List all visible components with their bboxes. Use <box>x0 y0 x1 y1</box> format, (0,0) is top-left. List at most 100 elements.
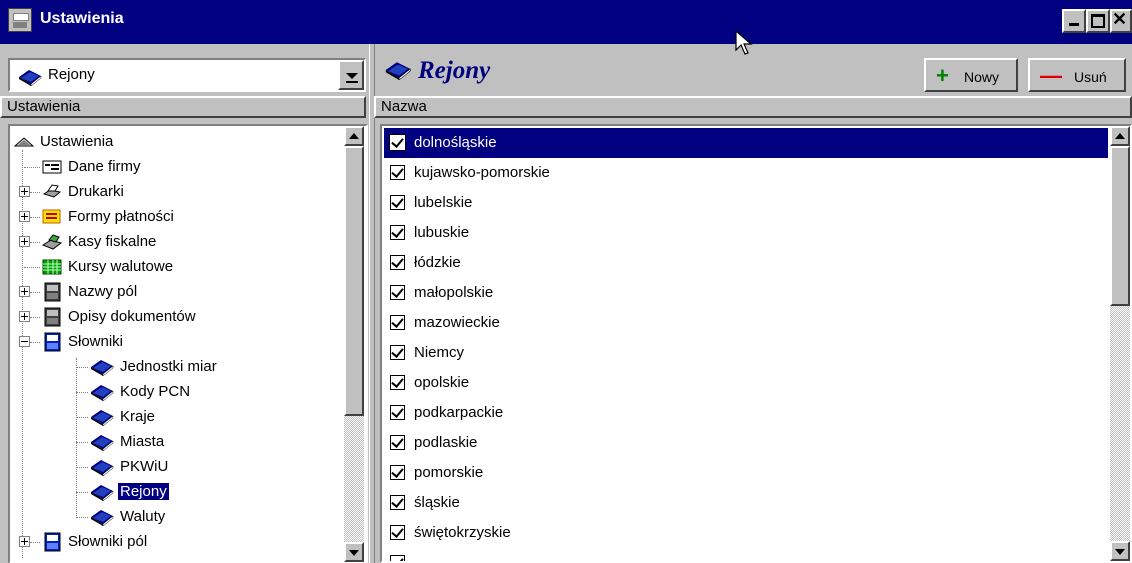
tree-item-miasta[interactable]: Miasta <box>12 430 332 454</box>
list-item-label: śląskie <box>414 494 460 511</box>
scroll-thumb[interactable] <box>1110 146 1130 306</box>
list-item[interactable]: mazowieckie <box>384 308 1108 338</box>
list-item[interactable]: lubelskie <box>384 188 1108 218</box>
checkbox[interactable] <box>390 375 405 390</box>
tree-item-label: Waluty <box>120 508 166 525</box>
list-item-label: opolskie <box>414 374 470 391</box>
scroll-down-button[interactable] <box>344 542 364 562</box>
printer-icon <box>42 182 62 202</box>
tree-item-kasy-fiskalne[interactable]: Kasy fiskalne <box>12 230 332 254</box>
expand-icon[interactable] <box>19 186 30 197</box>
right-toolbar: Rejony + Nowy — Usuń <box>374 44 1132 96</box>
right-pane: Rejony + Nowy — Usuń Nazwa dolnośląskie … <box>374 44 1132 563</box>
checkbox[interactable] <box>390 225 405 240</box>
scroll-up-button[interactable] <box>1110 126 1130 146</box>
list-item-partial[interactable] <box>384 548 1108 561</box>
minimize-button[interactable] <box>1062 9 1086 33</box>
checkbox[interactable] <box>390 465 405 480</box>
tree-item-formy-platnosci[interactable]: Formy płatności <box>12 205 332 229</box>
checkbox[interactable] <box>390 555 405 561</box>
checkbox[interactable] <box>390 315 405 330</box>
expand-icon[interactable] <box>19 211 30 222</box>
collapse-icon[interactable] <box>19 336 30 347</box>
list-scrollbar[interactable] <box>1110 126 1130 561</box>
list-item[interactable]: lubuskie <box>384 218 1108 248</box>
list-item-label: świętokrzyskie <box>414 524 511 541</box>
expand-icon[interactable] <box>19 311 30 322</box>
tree-scrollbar[interactable] <box>344 126 364 562</box>
list-item-label: podkarpackie <box>414 404 504 421</box>
tree-item-kody-pcn[interactable]: Kody PCN <box>12 380 332 404</box>
list-item[interactable]: pomorskie <box>384 458 1108 488</box>
scroll-up-button[interactable] <box>344 126 364 146</box>
plus-icon: + <box>936 63 949 88</box>
minus-icon: — <box>1040 63 1062 88</box>
mouse-cursor-icon <box>735 29 753 60</box>
tree-item-label: Miasta <box>120 433 165 450</box>
tree-item-opisy-dokumentow[interactable]: Opisy dokumentów <box>12 305 332 329</box>
book-icon <box>90 482 114 502</box>
list-item[interactable]: łódzkie <box>384 248 1108 278</box>
checkbox[interactable] <box>390 345 405 360</box>
tree-item-drukarki[interactable]: Drukarki <box>12 180 332 204</box>
expand-icon[interactable] <box>19 536 30 547</box>
payment-form-icon <box>42 207 62 227</box>
drawer-icon <box>13 132 35 152</box>
grid-table-icon <box>42 257 62 277</box>
tree-item-kursy-walutowe[interactable]: Kursy walutowe <box>12 255 332 279</box>
tree-item-label: Dane firmy <box>68 158 141 175</box>
tree-item-jednostki-miar[interactable]: Jednostki miar <box>12 355 332 379</box>
tree-item-label: Nazwy pól <box>68 283 138 300</box>
checkbox[interactable] <box>390 285 405 300</box>
book-icon <box>18 68 42 90</box>
checkbox[interactable] <box>390 195 405 210</box>
checkbox[interactable] <box>390 405 405 420</box>
settings-tree[interactable]: Ustawienia Dane firmy Drukarki Formy pła… <box>8 124 368 563</box>
tree-item-slowniki-pol[interactable]: Słowniki pól <box>12 530 332 554</box>
new-button[interactable]: + Nowy <box>924 58 1018 92</box>
list-item[interactable]: opolskie <box>384 368 1108 398</box>
tree-item-label: Słowniki pól <box>68 533 148 550</box>
scroll-down-button[interactable] <box>1110 541 1130 561</box>
left-pane: Rejony Ustawienia Ustawienia Dane firmy <box>0 44 372 563</box>
regions-list[interactable]: dolnośląskie kujawsko-pomorskie lubelski… <box>380 124 1132 563</box>
tree-item-waluty[interactable]: Waluty <box>12 505 332 529</box>
checkbox[interactable] <box>390 495 405 510</box>
list-item-label: łódzkie <box>414 254 461 271</box>
list-item[interactable]: podkarpackie <box>384 398 1108 428</box>
delete-button[interactable]: — Usuń <box>1028 58 1126 92</box>
book-icon <box>90 407 114 427</box>
list-item[interactable]: Niemcy <box>384 338 1108 368</box>
tree-item-slowniki[interactable]: Słowniki <box>12 330 332 354</box>
checkbox[interactable] <box>390 255 405 270</box>
checkbox[interactable] <box>390 435 405 450</box>
column-header-nazwa[interactable]: Nazwa <box>374 96 1132 118</box>
settings-combo[interactable]: Rejony <box>8 58 366 92</box>
tree-column-header[interactable]: Ustawienia <box>0 96 366 118</box>
tree-item-rejony[interactable]: Rejony <box>12 480 332 504</box>
expand-icon[interactable] <box>19 236 30 247</box>
close-button[interactable]: ✕ <box>1110 9 1132 33</box>
list-item-label: kujawsko-pomorskie <box>414 164 550 181</box>
list-item[interactable]: podlaskie <box>384 428 1108 458</box>
tree-item-ustawienia[interactable]: Ustawienia <box>12 130 332 154</box>
checkbox[interactable] <box>390 165 405 180</box>
expand-icon[interactable] <box>19 286 30 297</box>
tree-item-label: Kursy walutowe <box>68 258 174 275</box>
list-item[interactable]: małopolskie <box>384 278 1108 308</box>
list-item[interactable]: świętokrzyskie <box>384 518 1108 548</box>
checkbox[interactable] <box>390 525 405 540</box>
tree-item-pkwiu[interactable]: PKWiU <box>12 455 332 479</box>
tree-item-label: Formy płatności <box>68 208 174 225</box>
list-item[interactable]: dolnośląskie <box>384 128 1108 158</box>
scroll-thumb[interactable] <box>344 146 364 416</box>
combo-dropdown-button[interactable] <box>338 60 364 90</box>
list-item[interactable]: kujawsko-pomorskie <box>384 158 1108 188</box>
list-item[interactable]: śląskie <box>384 488 1108 518</box>
maximize-icon <box>1091 14 1105 28</box>
checkbox[interactable] <box>389 134 406 151</box>
maximize-button[interactable] <box>1086 9 1110 33</box>
tree-item-kraje[interactable]: Kraje <box>12 405 332 429</box>
tree-item-nazwy-pol[interactable]: Nazwy pól <box>12 280 332 304</box>
tree-item-dane-firmy[interactable]: Dane firmy <box>12 155 332 179</box>
